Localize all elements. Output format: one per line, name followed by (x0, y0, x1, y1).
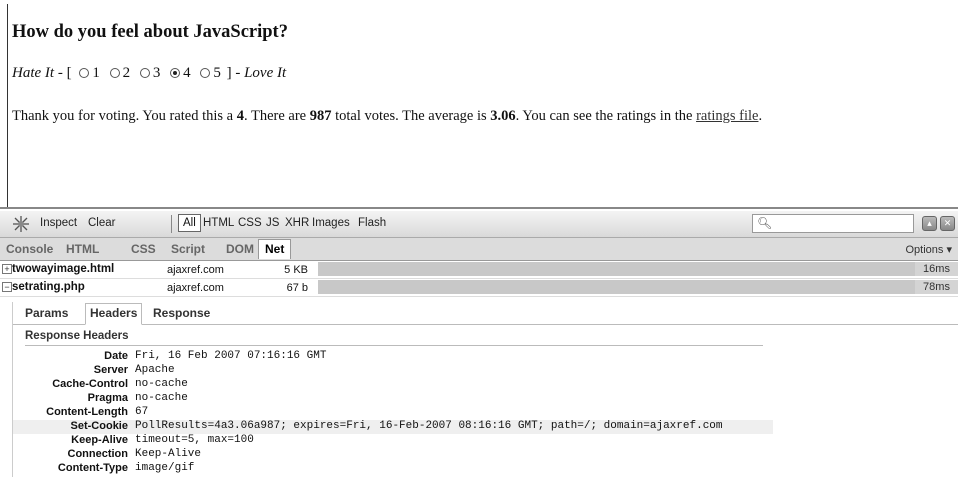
divider (25, 345, 763, 346)
filter-all[interactable]: All (178, 214, 201, 232)
request-name: setrating.php (12, 281, 85, 293)
radio-label-1: 1 (92, 65, 100, 81)
header-value: Apache (135, 364, 175, 376)
tab-script[interactable]: Script (171, 242, 205, 256)
timeline-bar (318, 280, 915, 294)
tab-response[interactable]: Response (153, 306, 210, 320)
frame-edge (7, 4, 8, 207)
radio-label-5: 5 (213, 65, 221, 81)
tab-dom[interactable]: DOM (226, 242, 254, 256)
firebug-icon[interactable] (12, 215, 30, 233)
firebug-tab-bar: Console HTML CSS Script DOM Net Options … (0, 238, 958, 261)
header-key: Content-Type (57, 462, 128, 474)
request-domain: ajaxref.com (167, 264, 224, 276)
close-icon[interactable]: ✕ (940, 216, 955, 231)
request-row[interactable]: + twowayimage.html ajaxref.com 5 KB 16ms (0, 261, 958, 279)
web-page: How do you feel about JavaScript? Hate I… (0, 0, 958, 207)
header-row: Content-Length 67 (13, 406, 773, 420)
thanks-mid1: . There are (243, 108, 310, 124)
header-value: PollResults=4a3.06a987; expires=Fri, 16-… (135, 420, 723, 432)
header-row: Date Fri, 16 Feb 2007 07:16:16 GMT (13, 350, 773, 364)
vote-result-text: Thank you for voting. You rated this a 4… (12, 108, 762, 125)
response-headers-title: Response Headers (25, 330, 129, 342)
header-key: Cache-Control (52, 378, 128, 390)
rating-control: Hate It - [ 1 2 3 4 5 ] - Love It (12, 65, 287, 81)
header-value: no-cache (135, 378, 188, 390)
request-size: 5 KB (284, 264, 308, 276)
header-value: 67 (135, 406, 149, 418)
tab-css[interactable]: CSS (131, 242, 156, 256)
votes-count: 987 (309, 108, 332, 124)
tab-params[interactable]: Params (25, 306, 68, 320)
header-key: Date (104, 350, 128, 362)
header-value: no-cache (135, 392, 188, 404)
inspect-button[interactable]: Inspect (40, 217, 77, 229)
radio-label-4: 4 (183, 65, 191, 81)
header-key: Keep-Alive (71, 434, 128, 446)
options-menu[interactable]: Options ▾ (906, 243, 953, 256)
header-key: Pragma (87, 392, 128, 404)
search-icon: 🔍︎ (757, 216, 773, 230)
request-name: twowayimage.html (12, 263, 115, 275)
filter-flash[interactable]: Flash (358, 217, 386, 229)
request-row[interactable]: − setrating.php ajaxref.com 67 b 78ms (0, 279, 958, 297)
radio-5[interactable] (200, 68, 211, 78)
average-value: 3.06 (490, 108, 516, 124)
tab-headers[interactable]: Headers (85, 303, 143, 325)
filter-css[interactable]: CSS (238, 217, 262, 229)
clear-button[interactable]: Clear (88, 217, 115, 229)
header-value: Keep-Alive (135, 448, 202, 460)
collapse-icon[interactable]: ▴ (922, 216, 937, 231)
filter-js[interactable]: JS (266, 217, 279, 229)
page-title: How do you feel about JavaScript? (12, 22, 288, 42)
header-key: Content-Length (46, 406, 128, 418)
thanks-mid3: . You can see the ratings in the (515, 108, 697, 124)
radio-2[interactable] (109, 68, 120, 78)
filter-html[interactable]: HTML (203, 217, 234, 229)
header-row: Connection Keep-Alive (13, 448, 773, 462)
header-key: Set-Cookie (70, 420, 128, 432)
header-row: Pragma no-cache (13, 392, 773, 406)
tab-console[interactable]: Console (6, 242, 53, 256)
thanks-end: . (758, 108, 763, 124)
rated-value: 4 (236, 108, 244, 124)
header-value: image/gif (135, 462, 195, 474)
tab-html[interactable]: HTML (66, 242, 99, 256)
filter-xhr[interactable]: XHR (285, 217, 309, 229)
radio-4[interactable] (170, 68, 181, 78)
radio-label-3: 3 (152, 65, 161, 81)
header-row: Cache-Control no-cache (13, 378, 773, 392)
header-row: Keep-Alive timeout=5, max=100 (13, 434, 773, 448)
request-domain: ajaxref.com (167, 282, 224, 294)
firebug-panel: Inspect Clear All HTML CSS JS XHR Images… (0, 207, 958, 477)
header-key: Server (93, 364, 128, 376)
radio-1[interactable] (79, 68, 90, 78)
ratings-file-link[interactable]: ratings file (696, 108, 758, 124)
timeline-bar (318, 262, 915, 276)
header-row: Content-Type image/gif (13, 462, 773, 476)
request-detail: Params Headers Response Response Headers… (12, 302, 958, 477)
thanks-prefix: Thank you for voting. You rated this a (12, 108, 237, 124)
collapse-row-icon[interactable]: − (2, 282, 12, 292)
tab-net[interactable]: Net (258, 239, 292, 259)
header-row: Server Apache (13, 364, 773, 378)
love-label: Love It (244, 65, 287, 81)
header-key: Connection (67, 448, 129, 460)
radio-label-2: 2 (122, 65, 131, 81)
request-size: 67 b (286, 282, 308, 294)
radio-3[interactable] (139, 68, 150, 78)
expand-icon[interactable]: + (2, 264, 12, 274)
firebug-toolbar: Inspect Clear All HTML CSS JS XHR Images… (0, 211, 958, 238)
request-time: 78ms (915, 280, 958, 294)
header-value: Fri, 16 Feb 2007 07:16:16 GMT (135, 350, 327, 362)
request-time: 16ms (915, 262, 958, 276)
detail-tab-bar: Params Headers Response (13, 302, 958, 325)
hate-label: Hate It (12, 65, 55, 81)
filter-images[interactable]: Images (312, 217, 350, 229)
toolbar-separator (171, 215, 172, 233)
search-input[interactable]: 🔍︎ (752, 214, 914, 233)
thanks-mid2: total votes. The average is (331, 108, 491, 124)
header-value: timeout=5, max=100 (135, 434, 254, 446)
header-row: Set-Cookie PollResults=4a3.06a987; expire… (13, 420, 773, 434)
